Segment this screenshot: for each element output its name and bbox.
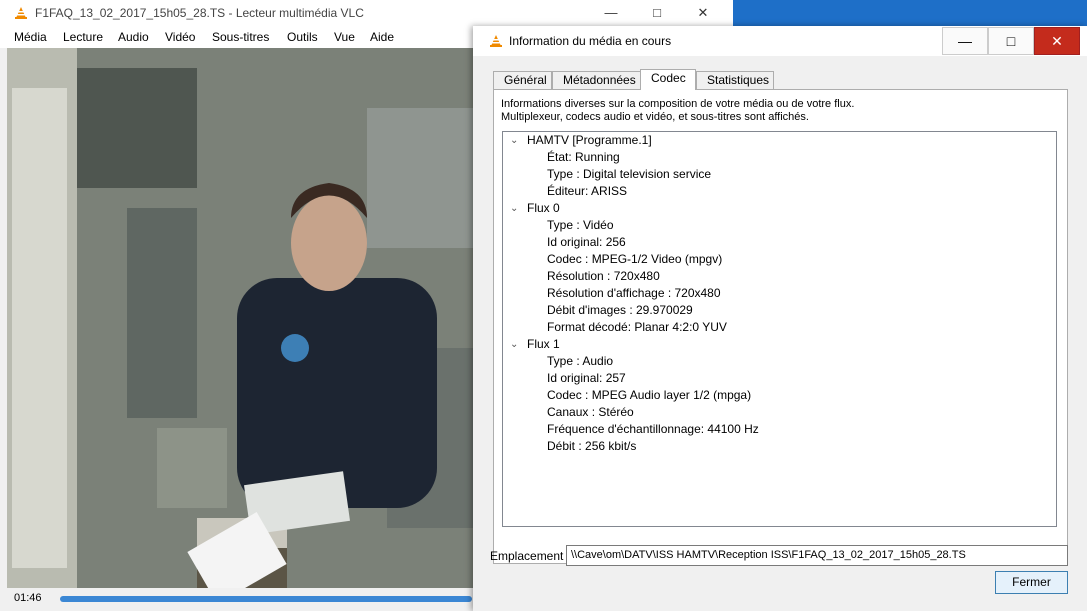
location-field[interactable]: \\Cave\om\DATV\ISS HAMTV\Reception ISS\F…: [566, 545, 1068, 566]
tree-item: Type : Digital television service: [547, 167, 712, 181]
codec-description: Informations diverses sur la composition…: [501, 98, 854, 124]
codec-tree: ⌄ HAMTV [Programme.1] État: Running Type…: [502, 131, 1057, 527]
media-info-dialog: Information du média en cours — □ ✕ Géné…: [473, 26, 1087, 611]
vlc-maximize-button[interactable]: □: [634, 0, 680, 26]
tree-group-program[interactable]: ⌄ HAMTV [Programme.1]: [503, 132, 1056, 149]
menu-audio[interactable]: Audio: [118, 30, 149, 44]
tree-item: Format décodé: Planar 4:2:0 YUV: [547, 320, 727, 334]
elapsed-time: 01:46: [14, 592, 42, 604]
menu-aide[interactable]: Aide: [370, 30, 394, 44]
dialog-minimize-button[interactable]: —: [942, 27, 988, 55]
tab-codec[interactable]: Codec: [640, 69, 696, 90]
menu-sous-titres[interactable]: Sous-titres: [212, 30, 269, 44]
menu-lecture[interactable]: Lecture: [63, 30, 103, 44]
tab-general[interactable]: Général: [493, 71, 552, 89]
tree-item: Fréquence d'échantillonnage: 44100 Hz: [547, 422, 759, 436]
dialog-maximize-button[interactable]: □: [988, 27, 1034, 55]
tab-statistiques[interactable]: Statistiques: [696, 71, 774, 89]
video-frame[interactable]: [7, 48, 473, 588]
tree-group-flux-1[interactable]: ⌄ Flux 1: [503, 336, 1056, 353]
tab-metadonnees[interactable]: Métadonnées: [552, 71, 641, 89]
tree-item: Débit d'images : 29.970029: [547, 303, 693, 317]
description-line-1: Informations diverses sur la composition…: [501, 98, 855, 110]
chevron-down-icon[interactable]: ⌄: [510, 336, 518, 353]
menu-video[interactable]: Vidéo: [165, 30, 195, 44]
location-label: Emplacement :: [490, 549, 571, 563]
vlc-title-bar: F1FAQ_13_02_2017_15h05_28.TS - Lecteur m…: [0, 0, 733, 26]
tree-item: Résolution : 720x480: [547, 269, 660, 283]
tree-item: Codec : MPEG-1/2 Video (mpgv): [547, 252, 723, 266]
tree-item: Éditeur: ARISS: [547, 184, 628, 198]
vlc-cone-icon: [14, 6, 28, 23]
codec-panel: Informations diverses sur la composition…: [493, 89, 1068, 564]
tree-group-flux-0[interactable]: ⌄ Flux 0: [503, 200, 1056, 217]
menu-vue[interactable]: Vue: [334, 30, 355, 44]
tree-item: Canaux : Stéréo: [547, 405, 634, 419]
dialog-title: Information du média en cours: [509, 34, 672, 48]
close-button[interactable]: Fermer: [995, 571, 1068, 594]
tree-item: Codec : MPEG Audio layer 1/2 (mpga): [547, 388, 752, 402]
tree-item: Type : Audio: [547, 354, 614, 368]
desktop-background: [733, 0, 1087, 26]
vlc-minimize-button[interactable]: —: [588, 0, 634, 26]
vlc-cone-icon: [489, 34, 503, 51]
chevron-down-icon[interactable]: ⌄: [510, 132, 518, 149]
dialog-title-bar: Information du média en cours — □ ✕: [473, 26, 1087, 56]
vlc-close-button[interactable]: ✕: [680, 0, 726, 26]
progress-slider[interactable]: [60, 596, 472, 602]
tree-item: Type : Vidéo: [547, 218, 614, 232]
tree-item: Résolution d'affichage : 720x480: [547, 286, 721, 300]
chevron-down-icon[interactable]: ⌄: [510, 200, 518, 217]
menu-media[interactable]: Média: [14, 30, 47, 44]
tree-item: Id original: 256: [547, 235, 626, 249]
tree-item: État: Running: [547, 150, 620, 164]
dialog-close-button[interactable]: ✕: [1034, 27, 1080, 55]
video-image: [7, 48, 473, 588]
menu-outils[interactable]: Outils: [287, 30, 318, 44]
tree-item: Id original: 257: [547, 371, 626, 385]
description-line-2: Multiplexeur, codecs audio et vidéo, et …: [501, 111, 809, 123]
tree-item: Débit : 256 kbit/s: [547, 439, 637, 453]
seek-bar: 01:46: [0, 588, 473, 611]
vlc-window-title: F1FAQ_13_02_2017_15h05_28.TS - Lecteur m…: [35, 6, 364, 20]
